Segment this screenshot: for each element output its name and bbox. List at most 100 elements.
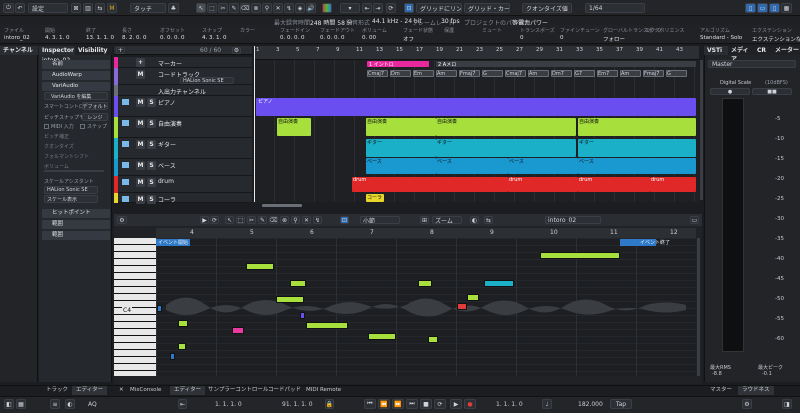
track-header[interactable] — [114, 176, 252, 193]
split-tool[interactable]: ✂ — [218, 3, 228, 13]
info-value[interactable]: 4. 3. 1. 0 — [202, 35, 227, 41]
track-header[interactable] — [114, 193, 252, 203]
left-zone-toggle[interactable]: ◧ — [4, 399, 14, 409]
editor-loop-button[interactable]: ⟳ — [210, 216, 219, 224]
editor-split-tool[interactable]: ✂ — [247, 216, 256, 224]
forward-button[interactable]: ⏩ — [392, 399, 404, 409]
erase-tool[interactable]: ⌫ — [240, 3, 250, 13]
pitch-segment[interactable] — [246, 263, 274, 270]
editor-play-button[interactable]: ▶ — [200, 216, 209, 224]
info-value[interactable]: 0. 0. 0. 0 — [160, 35, 185, 41]
play-button[interactable]: ▶ — [450, 399, 462, 409]
right-zone-toggle[interactable]: ◨ — [782, 399, 792, 409]
editor-snap-dropdown[interactable]: 小節 — [360, 216, 400, 224]
pitch-segment[interactable] — [170, 353, 175, 360]
left-locator[interactable]: 1. 1. 1. 0 — [215, 401, 242, 408]
object-select-tool[interactable]: ↖ — [196, 3, 206, 13]
pitch-segment[interactable] — [178, 320, 188, 327]
window-layout-bottom[interactable]: ▭ — [757, 3, 768, 13]
info-value[interactable]: Standard - Solo — [700, 35, 742, 41]
tab-media[interactable]: メディア — [728, 46, 754, 63]
range-tool[interactable]: ⬚ — [207, 3, 217, 13]
go-to-start-button[interactable]: ⏮ — [364, 399, 376, 409]
inspector-section-audiowarp[interactable]: AudioWarp — [42, 71, 110, 80]
pitch-segment[interactable] — [276, 296, 304, 303]
nudge-right-button[interactable]: ⇥ — [373, 3, 383, 13]
tab-master[interactable]: マスター — [706, 386, 736, 395]
aq-label[interactable]: AQ — [88, 401, 97, 408]
meter-reset-button[interactable]: ● — [710, 88, 750, 95]
editor-color-button[interactable]: ◐ — [470, 216, 479, 224]
go-to-end-button[interactable]: ⏭ — [406, 399, 418, 409]
piano-keyboard[interactable] — [114, 238, 156, 376]
variaudio-edit-button[interactable]: VariAudio を編集 — [44, 92, 108, 100]
undo-button[interactable]: ↶ — [15, 3, 25, 13]
marker-dropdown[interactable]: ▾ — [340, 3, 360, 13]
clip-guitar[interactable] — [436, 139, 576, 157]
step-checkbox[interactable] — [80, 124, 85, 129]
rewind-button[interactable]: ⏪ — [378, 399, 390, 409]
window-layout-left[interactable]: ▯ — [745, 3, 756, 13]
arrange-vscroll[interactable] — [700, 60, 703, 200]
info-value[interactable]: 0 — [560, 35, 564, 41]
pitch-segment[interactable] — [428, 336, 438, 343]
automation-mode-dropdown[interactable]: タッチ — [130, 3, 166, 13]
tab-editor-left[interactable]: エディター — [72, 386, 108, 395]
color-tool[interactable] — [322, 3, 332, 13]
volume-slider[interactable] — [44, 170, 104, 172]
zoom-tool[interactable]: ⚲ — [262, 3, 272, 13]
pitch-segment[interactable] — [300, 312, 305, 319]
clip-drum[interactable] — [352, 177, 508, 192]
track-mute-button[interactable]: M — [136, 178, 145, 187]
chord-instrument-dropdown[interactable]: HALion Sonic SE — [180, 77, 234, 84]
info-value[interactable]: 13. 1. 1. 0 — [86, 35, 114, 41]
quantize-value-dropdown[interactable]: 1/64 — [585, 3, 645, 13]
window-layout-more[interactable]: ▦ — [781, 3, 792, 13]
meter-hold-button[interactable]: ■■ — [752, 88, 792, 95]
pitch-segment[interactable] — [540, 252, 620, 259]
editor-range-tool[interactable]: ⬚ — [236, 216, 245, 224]
track-list-settings[interactable]: ⚙ — [232, 47, 241, 54]
scale-follow-dropdown[interactable]: スケール表示 — [44, 195, 98, 203]
editor-clip-dropdown[interactable]: intoro_02 — [545, 216, 601, 224]
track-mute-button[interactable]: M — [136, 195, 145, 204]
editor-vscroll[interactable] — [697, 238, 700, 376]
cycle-button[interactable]: ⟳ — [434, 399, 446, 409]
arrange-scrollbar[interactable] — [262, 204, 302, 207]
pre-roll-button[interactable]: ⇤ — [178, 399, 187, 409]
info-value[interactable]: 0. 0. 0. 0 — [280, 35, 305, 41]
tab-loudness[interactable]: ラウドネス — [738, 386, 774, 395]
channel-tab[interactable]: チャンネル — [0, 46, 38, 55]
tap-tempo-button[interactable]: Tap — [610, 399, 632, 409]
settings-dropdown[interactable]: 設定 — [28, 3, 68, 13]
grid-type-dropdown[interactable]: グリッド・カー... — [464, 3, 510, 13]
time-warp-tool[interactable]: ↯ — [284, 3, 294, 13]
clip-piano[interactable] — [256, 98, 696, 116]
pitch-segment[interactable] — [368, 333, 396, 340]
track-mute-button[interactable]: M — [136, 98, 145, 107]
info-value[interactable]: intoro_02 — [4, 35, 30, 41]
nudge-left-button[interactable]: ⇤ — [362, 3, 372, 13]
visibility-tab[interactable]: Visibility — [75, 46, 112, 55]
midi-input-checkbox[interactable] — [44, 124, 49, 129]
metronome-button[interactable]: ♩ — [542, 399, 552, 409]
tab-vsti[interactable]: VSTi — [704, 46, 728, 55]
play-tool[interactable]: 🔊 — [306, 3, 316, 13]
info-value[interactable]: オフ — [403, 35, 414, 43]
info-value[interactable]: フォロー — [603, 35, 625, 43]
performance-button[interactable]: ≡ — [50, 399, 60, 409]
loop-selection-button[interactable]: ⟳ — [386, 3, 396, 13]
inspector-section-range-2[interactable]: 範囲 — [42, 231, 110, 240]
pitch-segment[interactable] — [484, 280, 514, 287]
tab-cr[interactable]: CR — [754, 46, 772, 55]
track-solo-button[interactable]: S — [147, 195, 156, 204]
editor-window-button[interactable]: ▭ — [690, 216, 699, 224]
editor-warp-tool[interactable]: ↯ — [313, 216, 322, 224]
editor-settings-button[interactable]: ⚙ — [117, 216, 127, 224]
tab-chord-pads[interactable]: コードパッド — [264, 386, 305, 395]
track-solo-button[interactable]: S — [147, 119, 156, 128]
snap-mode-dropdown[interactable]: グリッドにリンク — [416, 3, 462, 13]
constrain-delay-button[interactable]: ⊠ — [71, 3, 81, 13]
track-header[interactable] — [114, 117, 252, 138]
inspector-tab[interactable]: Inspector — [39, 46, 75, 55]
